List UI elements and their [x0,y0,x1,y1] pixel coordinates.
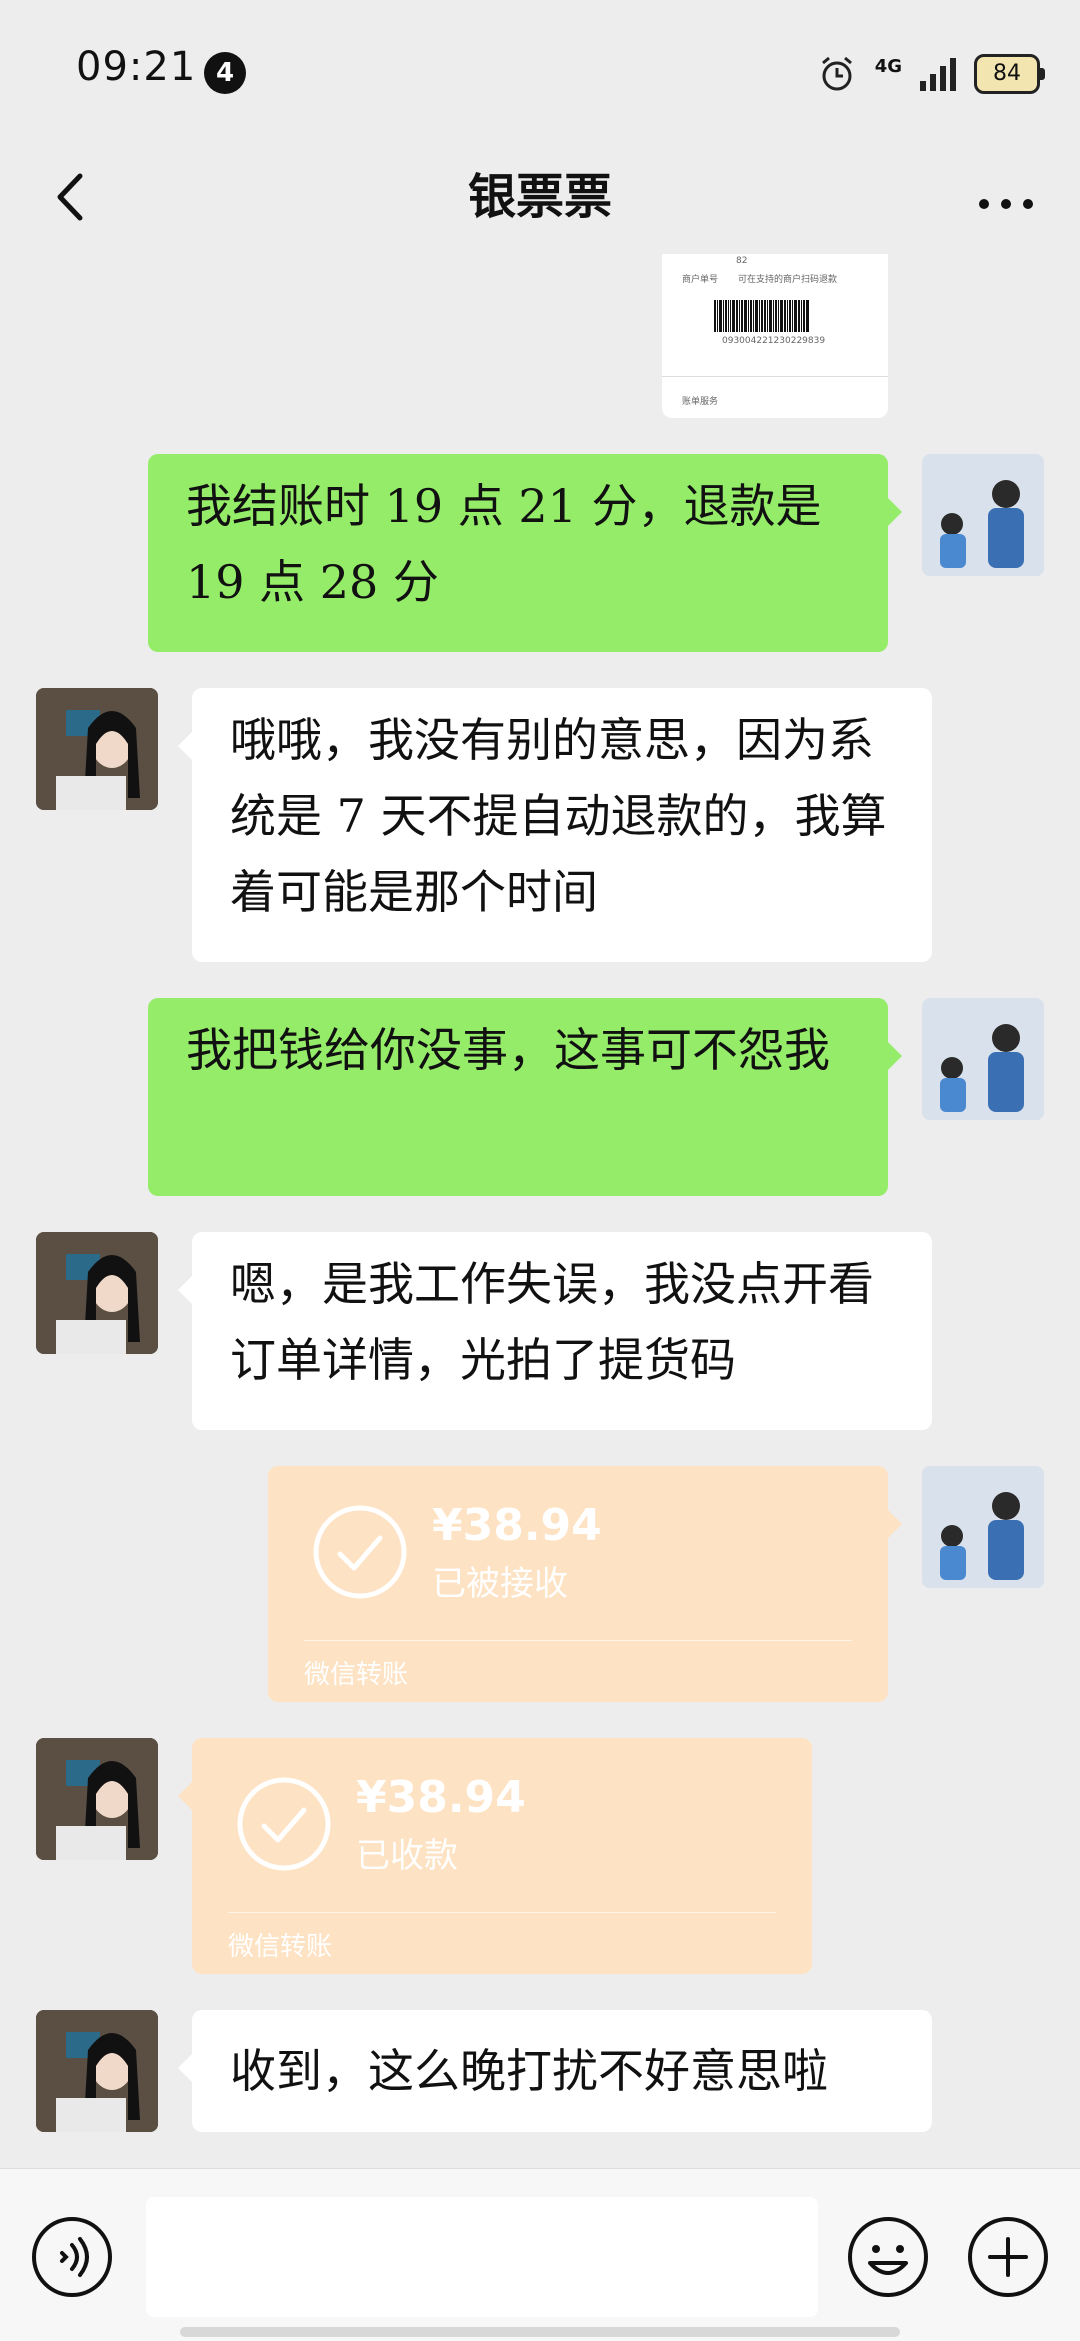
chat-header: 银票票 [0,140,1080,254]
barcode [714,300,834,332]
my-avatar[interactable] [922,998,1044,1120]
message-bubble-received[interactable]: 收到，这么晚打扰不好意思啦 [178,2010,932,2132]
transfer-status: 已收款 [356,1836,458,1876]
emoji-icon[interactable] [846,2215,930,2299]
transfer-status: 已被接收 [432,1564,568,1604]
avatar-photo [922,998,1044,1120]
transfer-amount: ¥38.94 [356,1772,526,1823]
message-text: 哦哦，我没有别的意思，因为系统是 7 天不提自动退款的，我算着可能是那个时间 [230,713,887,919]
chevron-left-icon[interactable] [40,162,110,232]
notification-badge: 4 [204,52,246,94]
alarm-icon [821,56,852,91]
avatar-photo [922,1466,1044,1588]
home-indicator[interactable] [180,2327,900,2337]
avatar-photo [36,2010,158,2132]
avatar-photo [36,1738,158,1860]
clock: 09:21 [76,44,197,90]
my-avatar[interactable] [922,1466,1044,1588]
my-avatar[interactable] [922,454,1044,576]
contact-avatar[interactable] [36,1738,158,1860]
message-input[interactable] [146,2197,818,2317]
avatar-photo [36,688,158,810]
message-bubble-sent[interactable]: 我结账时 19 点 21 分，退款是 19 点 28 分 [148,454,902,652]
contact-avatar[interactable] [36,2010,158,2132]
transfer-card-received[interactable]: ¥38.94 已收款 微信转账 [178,1738,812,1974]
message-list[interactable]: 82 商户单号 可在支持的商户扫码退款 093004221230229839 账… [0,254,1080,2168]
chat-title: 银票票 [467,169,612,225]
transfer-card-sent[interactable]: ¥38.94 已被接收 微信转账 [268,1466,902,1702]
message-text: 收到，这么晚打扰不好意思啦 [230,2044,828,2098]
signal-icon [920,57,956,91]
input-bar [0,2168,1080,2341]
battery-icon: 84 [974,54,1045,94]
shared-image-receipt[interactable]: 82 商户单号 可在支持的商户扫码退款 093004221230229839 账… [662,254,888,418]
transfer-divider [304,1640,852,1641]
plus-icon[interactable] [966,2215,1050,2299]
network-label: 4G [874,55,902,77]
transfer-amount: ¥38.94 [432,1500,602,1551]
receipt-line: 82 [736,256,748,266]
transfer-footer: 微信转账 [304,1660,409,1690]
receipt-label-left: 商户单号 [682,275,719,285]
transfer-footer: 微信转账 [228,1932,333,1962]
message-text: 我把钱给你没事，这事可不怨我 [186,1023,830,1077]
message-text: 我结账时 19 点 21 分，退款是 19 点 28 分 [186,479,822,609]
transfer-divider [228,1912,776,1913]
contact-avatar[interactable] [36,1232,158,1354]
check-circle-icon [313,1505,407,1599]
message-bubble-received[interactable]: 嗯，是我工作失误，我没点开看订单详情，光拍了提货码 [178,1232,932,1430]
avatar-photo [922,454,1044,576]
contact-avatar[interactable] [36,688,158,810]
message-text: 嗯，是我工作失误，我没点开看订单详情，光拍了提货码 [230,1257,874,1387]
receipt-label-right: 可在支持的商户扫码退款 [738,275,838,285]
more-dots-icon[interactable] [966,162,1046,232]
receipt-footer: 账单服务 [682,397,719,407]
check-circle-icon [237,1777,331,1871]
status-icons: 4G 84 [817,50,1045,98]
receipt-divider [662,376,888,377]
avatar-photo [36,1232,158,1354]
status-bar: 09:21 4 4G 84 [0,0,1080,140]
voice-icon[interactable] [30,2215,114,2299]
message-bubble-sent[interactable]: 我把钱给你没事，这事可不怨我 [148,998,902,1196]
message-bubble-received[interactable]: 哦哦，我没有别的意思，因为系统是 7 天不提自动退款的，我算着可能是那个时间 [178,688,932,962]
battery-level: 84 [993,61,1021,86]
barcode-number: 093004221230229839 [722,336,826,346]
